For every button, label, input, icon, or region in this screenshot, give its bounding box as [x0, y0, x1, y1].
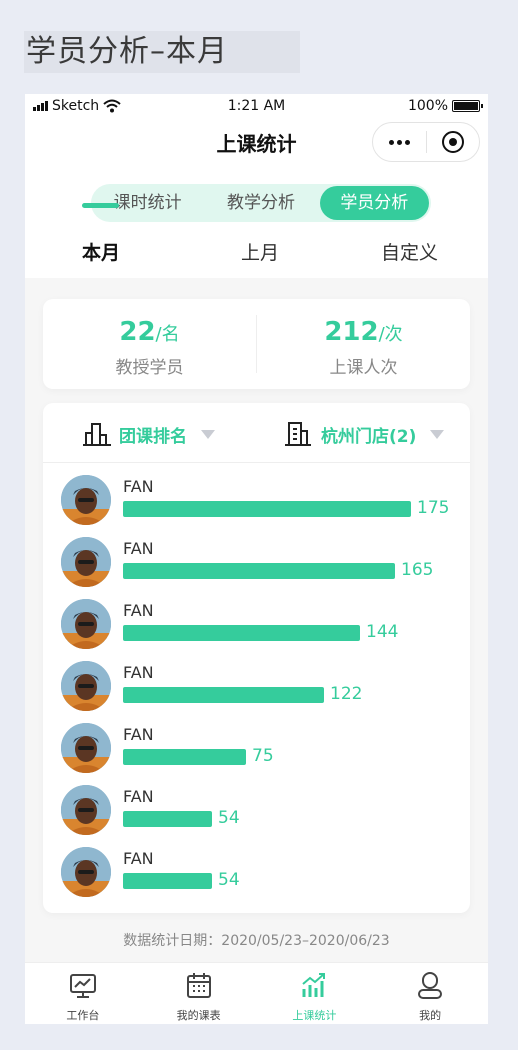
building-icon	[285, 422, 311, 446]
segment-teaching-analysis[interactable]: 教学分析	[206, 186, 315, 220]
avatar	[61, 475, 111, 525]
student-name: FAN	[123, 601, 154, 620]
ranking-filter[interactable]: 团课排名	[81, 421, 215, 447]
more-button[interactable]	[373, 123, 426, 161]
ranking-row[interactable]: FAN 75	[43, 723, 470, 785]
monitor-chart-icon	[69, 974, 96, 998]
navbar: 上课统计	[25, 118, 488, 166]
tab-label: 我的	[419, 1009, 442, 1022]
student-name: FAN	[123, 787, 154, 806]
student-name: FAN	[123, 725, 154, 744]
phone-screen: Sketch 1:21 AM 100% 上课统计 课时统计 教学分析 学员分析 …	[25, 94, 488, 1024]
calendar-icon	[186, 973, 211, 998]
students-label: 教授学员	[115, 358, 184, 378]
header-area: 课时统计 教学分析 学员分析 本月 上月 自定义	[25, 166, 488, 278]
ranking-row[interactable]: FAN 144	[43, 599, 470, 661]
target-icon	[441, 131, 464, 153]
tab-custom[interactable]: 自定义	[381, 238, 438, 265]
avatar	[61, 723, 111, 773]
tab-bar: 工作台 我的课表 上课统计 我的	[25, 962, 488, 1024]
store-filter[interactable]: 杭州门店(2)	[283, 421, 445, 447]
status-bar: Sketch 1:21 AM 100%	[25, 94, 488, 118]
tab-label: 上课统计	[292, 1009, 337, 1022]
student-name: FAN	[123, 663, 154, 682]
rank-value: 165	[401, 560, 434, 580]
ranking-row[interactable]: FAN 165	[43, 537, 470, 599]
sessions-stat: 212/次 上课人次	[257, 299, 470, 389]
rank-value: 175	[417, 498, 450, 518]
segment-control: 课时统计 教学分析 学员分析	[91, 184, 431, 222]
ranking-row[interactable]: FAN 175	[43, 475, 470, 537]
tab-this-month[interactable]: 本月	[82, 238, 120, 265]
segment-student-analysis[interactable]: 学员分析	[319, 186, 429, 220]
active-tab-indicator	[82, 203, 119, 208]
avatar	[61, 599, 111, 649]
ranking-row[interactable]: FAN 54	[43, 785, 470, 847]
rank-bar	[123, 625, 360, 641]
avatar	[61, 847, 111, 897]
sessions-count: 212	[324, 317, 379, 347]
students-count: 22	[119, 317, 156, 347]
tab-label: 工作台	[66, 1009, 100, 1022]
avatar	[61, 537, 111, 587]
summary-card: 22/名 教授学员 212/次 上课人次	[43, 299, 470, 389]
date-range: 数据统计日期：2020/05/23–2020/06/23	[123, 933, 390, 949]
close-miniapp-button[interactable]	[427, 123, 480, 161]
rank-value: 54	[218, 808, 240, 828]
tab-class-stats[interactable]: 上课统计	[257, 963, 373, 1024]
rank-bar	[123, 687, 324, 703]
avatar	[61, 661, 111, 711]
chevron-down-icon	[201, 429, 215, 439]
student-name: FAN	[123, 477, 154, 496]
battery-percent: 100%	[407, 98, 448, 114]
battery-icon	[452, 100, 483, 112]
store-filter-label: 杭州门店(2)	[321, 426, 417, 447]
filter-bar: 团课排名 杭州门店(2)	[43, 403, 470, 463]
rank-bar	[123, 749, 246, 765]
ranking-row[interactable]: FAN 54	[43, 847, 470, 909]
person-icon	[418, 972, 443, 999]
sessions-label: 上课人次	[329, 358, 398, 378]
tab-workbench[interactable]: 工作台	[25, 963, 141, 1024]
rank-value: 122	[330, 684, 363, 704]
students-unit: /名	[155, 324, 180, 345]
sessions-unit: /次	[378, 324, 403, 345]
rank-value: 75	[252, 746, 274, 766]
bar-trend-icon	[302, 973, 326, 997]
more-dots-icon	[388, 139, 410, 145]
rank-value: 144	[366, 622, 399, 642]
ranking-row[interactable]: FAN 122	[43, 661, 470, 723]
rank-bar	[123, 873, 212, 889]
tab-my-schedule[interactable]: 我的课表	[141, 963, 257, 1024]
rank-bar	[123, 501, 411, 517]
students-stat: 22/名 教授学员	[43, 299, 256, 389]
tab-label: 我的课表	[176, 1009, 221, 1022]
student-name: FAN	[123, 539, 154, 558]
bar-chart-icon	[83, 423, 111, 446]
page-title: 学员分析–本月	[24, 31, 300, 73]
miniapp-capsule	[372, 122, 480, 162]
period-tabs: 本月 上月 自定义	[25, 226, 488, 274]
avatar	[61, 785, 111, 835]
rank-bar	[123, 811, 212, 827]
chevron-down-icon	[430, 429, 445, 439]
ranking-card: 团课排名 杭州门店(2) FAN 175 FAN 165 FAN 144 FAN 122 FAN…	[43, 403, 470, 913]
rank-bar	[123, 563, 395, 579]
tab-me[interactable]: 我的	[372, 963, 488, 1024]
rank-value: 54	[218, 870, 240, 890]
ranking-filter-label: 团课排名	[119, 426, 187, 447]
tab-last-month[interactable]: 上月	[241, 238, 279, 265]
student-name: FAN	[123, 849, 154, 868]
